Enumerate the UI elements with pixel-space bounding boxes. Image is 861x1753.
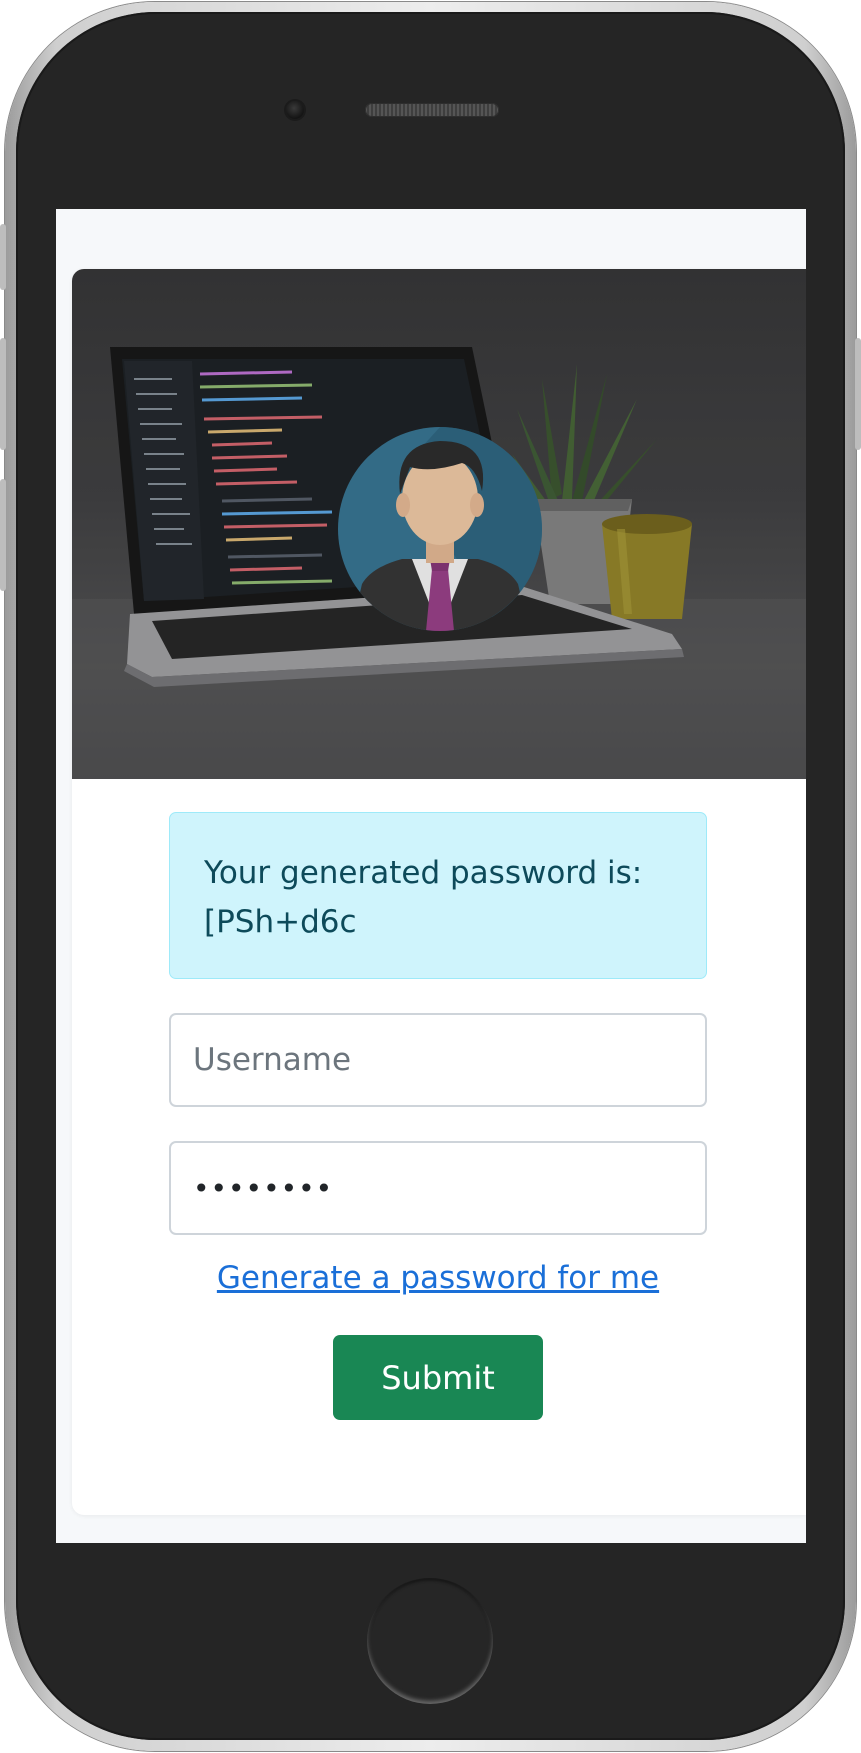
username-input[interactable]: Username (169, 1013, 707, 1107)
username-placeholder: Username (193, 1042, 352, 1078)
login-card: Your generated password is: [PSh+d6c Use… (72, 269, 806, 1515)
generated-password: [PSh+d6c (204, 904, 357, 940)
password-input[interactable]: •••••••• (169, 1141, 707, 1235)
submit-button[interactable]: Submit (333, 1335, 543, 1420)
camera-icon (286, 101, 304, 119)
silent-switch (0, 224, 6, 290)
power-button (855, 338, 861, 450)
alert-message: Your generated password is: (204, 855, 643, 891)
generated-password-alert: Your generated password is: [PSh+d6c (169, 812, 707, 979)
speaker-grille (365, 103, 499, 117)
password-value: •••••••• (193, 1171, 334, 1205)
form-area: Your generated password is: [PSh+d6c Use… (169, 812, 707, 1420)
laptop-illustration (72, 269, 806, 779)
home-button (367, 1578, 493, 1704)
hero-image (72, 269, 806, 779)
volume-up-button (0, 338, 6, 450)
phone-screen: Your generated password is: [PSh+d6c Use… (56, 209, 806, 1543)
volume-down-button (0, 479, 6, 591)
generate-password-link[interactable]: Generate a password for me (169, 1257, 707, 1299)
